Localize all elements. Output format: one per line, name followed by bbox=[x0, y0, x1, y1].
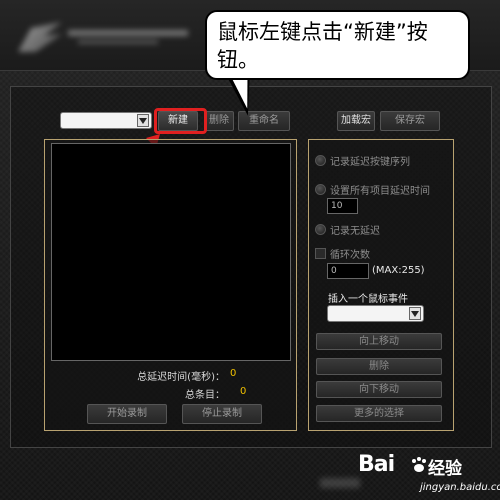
more-options-button[interactable]: 更多的选择 bbox=[316, 405, 442, 422]
stop-record-button[interactable]: 停止录制 bbox=[182, 404, 262, 424]
paw-icon bbox=[412, 457, 426, 472]
move-up-button[interactable]: 向上移动 bbox=[316, 333, 442, 350]
chevron-down-icon[interactable] bbox=[137, 114, 149, 127]
macro-select[interactable] bbox=[60, 112, 152, 129]
total-items-label: 总条目： bbox=[185, 390, 225, 401]
watermark-url: jingyan.baidu.com bbox=[420, 482, 500, 493]
baidu-watermark: Bai 经验 jingyan.baidu.com bbox=[358, 452, 500, 498]
macro-event-list[interactable] bbox=[51, 143, 291, 361]
callout-line-2: 钮。 bbox=[217, 48, 259, 72]
save-macro-button[interactable]: 保存宏 bbox=[380, 111, 440, 131]
move-down-button[interactable]: 向下移动 bbox=[316, 381, 442, 398]
mouse-event-select[interactable] bbox=[327, 305, 424, 322]
insert-mouse-event-label: 插入一个鼠标事件 bbox=[328, 294, 408, 305]
delete-macro-button[interactable]: 删除 bbox=[204, 111, 234, 131]
delay-input[interactable]: 10 bbox=[327, 198, 358, 214]
loop-checkbox[interactable] bbox=[315, 248, 326, 259]
instruction-callout: 鼠标左键点击“新建”按 钮。 bbox=[205, 10, 470, 80]
total-delay-label: 总延迟时间(毫秒)： bbox=[137, 372, 225, 383]
callout-line-1: 鼠标左键点击“新建”按 bbox=[217, 20, 428, 44]
loop-label: 循环次数 bbox=[330, 250, 370, 261]
new-button-highlight bbox=[154, 108, 207, 134]
delete-event-button[interactable]: 删除 bbox=[316, 358, 442, 375]
load-macro-button[interactable]: 加载宏 bbox=[337, 111, 375, 131]
start-record-button[interactable]: 开始录制 bbox=[87, 404, 167, 424]
loop-max-label: (MAX:255) bbox=[372, 265, 425, 276]
record-delay-radio[interactable] bbox=[315, 155, 326, 166]
total-delay-value: 0 bbox=[230, 368, 237, 379]
no-delay-radio[interactable] bbox=[315, 224, 326, 235]
brand-logo bbox=[18, 22, 198, 56]
watermark-brand-suffix: 经验 bbox=[428, 459, 462, 479]
record-delay-label: 记录延迟按键序列 bbox=[330, 157, 410, 168]
total-items-value: 0 bbox=[240, 386, 247, 397]
no-delay-label: 记录无延迟 bbox=[330, 226, 380, 237]
set-delay-label: 设置所有项目延迟时间 bbox=[330, 186, 430, 197]
chevron-down-icon[interactable] bbox=[409, 307, 421, 320]
set-delay-radio[interactable] bbox=[315, 184, 326, 195]
watermark-brand: Bai bbox=[358, 452, 395, 477]
loop-count-input[interactable]: 0 bbox=[327, 263, 369, 279]
footer-blur bbox=[320, 478, 360, 488]
